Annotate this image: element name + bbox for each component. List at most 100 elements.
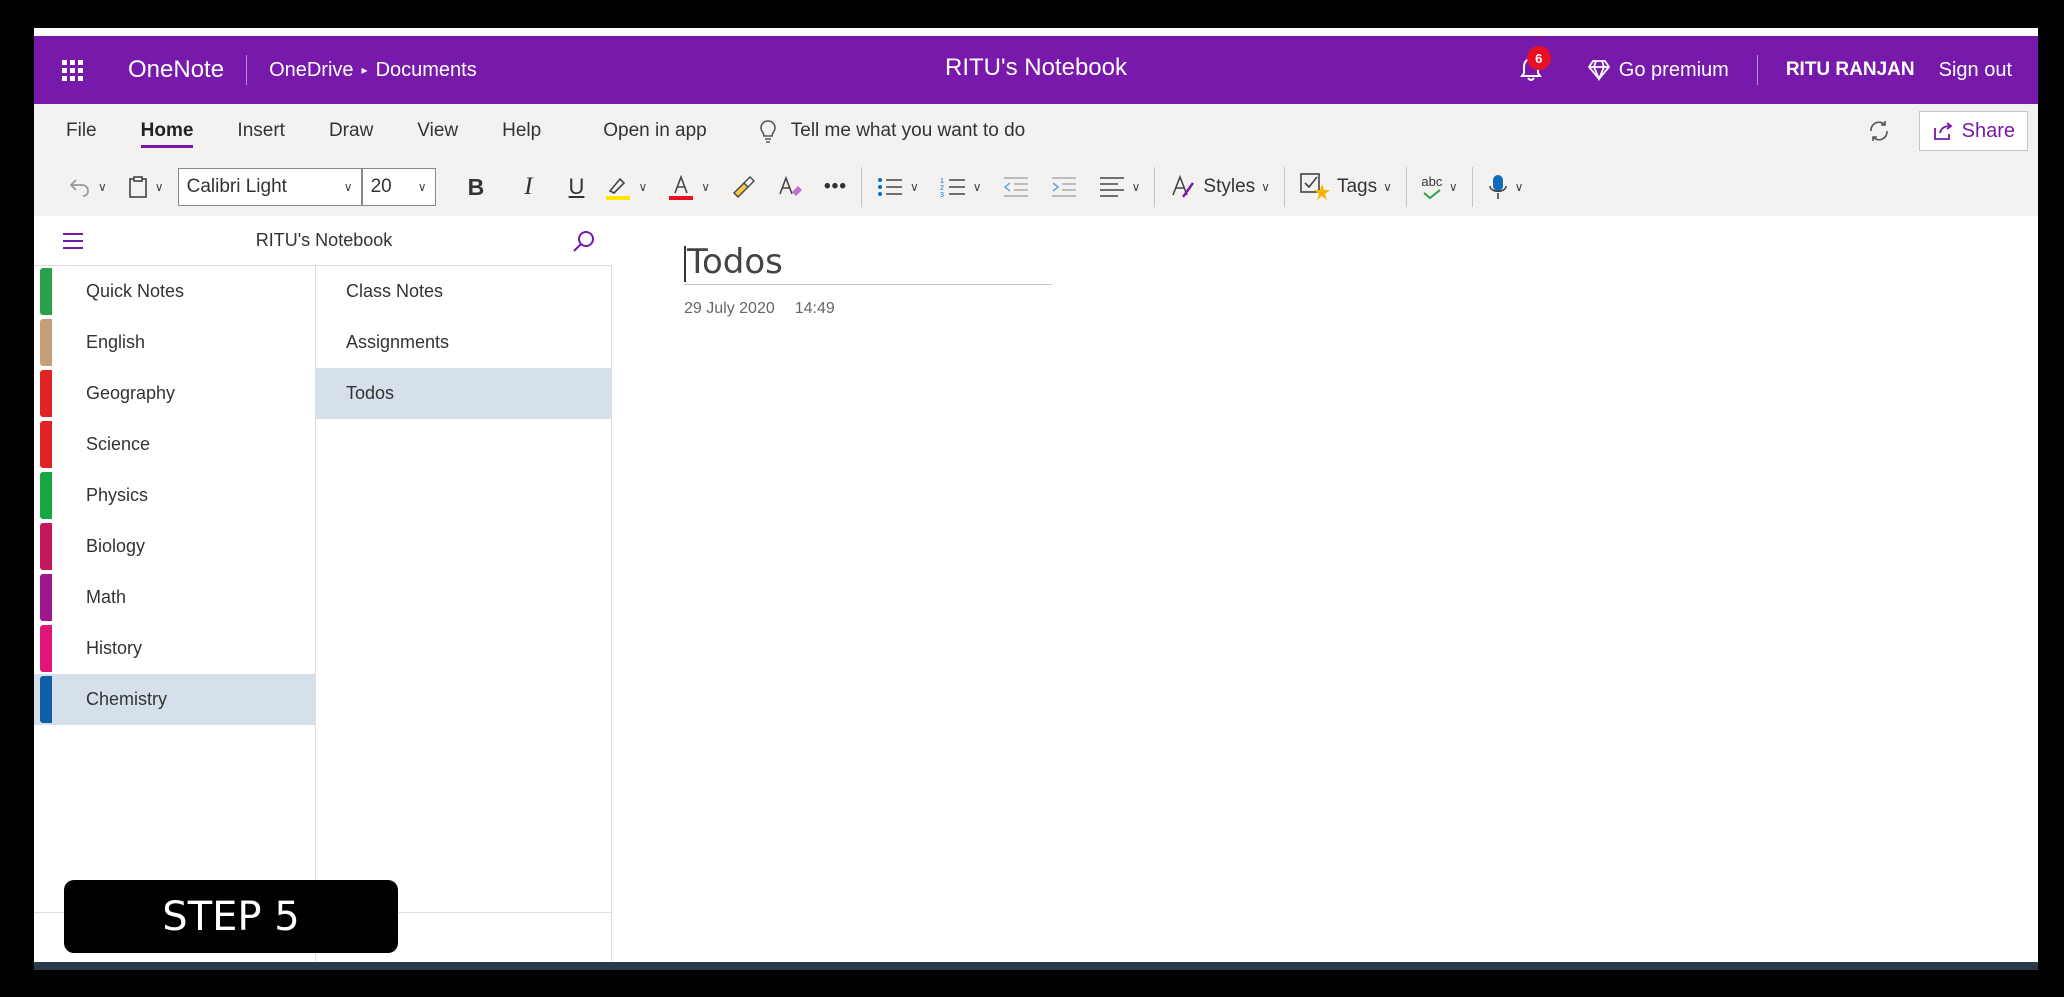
dictate-button[interactable]: ∨ — [1477, 165, 1534, 209]
app-launcher-button[interactable] — [34, 36, 110, 104]
chevron-down-icon: ∨ — [1383, 180, 1392, 194]
section-item[interactable]: Physics — [34, 470, 315, 521]
chevron-down-icon: ∨ — [154, 180, 164, 194]
page-item[interactable]: Todos — [316, 368, 611, 419]
increase-indent-button[interactable] — [1040, 165, 1088, 209]
numbering-button[interactable]: 123 ∨ — [929, 165, 992, 209]
chevron-down-icon: ∨ — [1261, 180, 1270, 194]
decrease-indent-button[interactable] — [992, 165, 1040, 209]
bold-button[interactable]: B — [458, 165, 495, 209]
app-name-link[interactable]: OneNote — [110, 56, 246, 84]
section-label: Geography — [86, 383, 176, 403]
section-color-tab — [40, 472, 52, 519]
section-item[interactable]: Math — [34, 572, 315, 623]
underline-button[interactable]: U — [559, 165, 595, 209]
notification-badge: 6 — [1526, 46, 1551, 70]
section-label: Physics — [86, 485, 149, 505]
font-size-value: 20 — [370, 176, 392, 197]
page-date: 29 July 2020 — [684, 300, 775, 317]
search-button[interactable] — [554, 228, 614, 254]
page-item[interactable]: Class Notes — [316, 266, 611, 317]
format-painter-button[interactable] — [720, 165, 766, 209]
section-item[interactable]: Geography — [34, 368, 315, 419]
sign-out-link[interactable]: Sign out — [1939, 59, 2038, 82]
highlight-button[interactable]: ∨ — [594, 165, 657, 209]
chevron-down-icon: ∨ — [1131, 180, 1141, 194]
open-in-app-button[interactable]: Open in app — [563, 104, 729, 158]
breadcrumb-onedrive[interactable]: OneDrive — [269, 59, 353, 82]
section-item[interactable]: Biology — [34, 521, 315, 572]
taskbar-strip — [34, 962, 2038, 970]
section-color-tab — [40, 319, 52, 366]
notifications-button[interactable]: 6 — [1511, 46, 1551, 90]
chevron-down-icon: ∨ — [98, 180, 107, 194]
section-color-tab — [40, 523, 52, 570]
tell-me-search[interactable]: Tell me what you want to do — [729, 119, 1025, 143]
nav-notebook-name[interactable]: RITU's Notebook — [94, 230, 554, 251]
pages-list: Class Notes Assignments Todos — [316, 266, 612, 966]
page-title-field[interactable]: Todos — [684, 242, 1052, 285]
tab-home[interactable]: Home — [119, 104, 216, 158]
clipboard-icon — [128, 176, 147, 198]
sections-list: Quick Notes English Geography Science Physic… — [34, 266, 316, 966]
more-options-button[interactable]: ••• — [814, 165, 857, 209]
note-canvas[interactable]: Todos 29 July 2020 14:49 — [612, 216, 2038, 966]
lightbulb-icon — [759, 120, 776, 143]
user-name[interactable]: RITU RANJAN — [1758, 59, 1939, 81]
section-label: Science — [86, 434, 151, 454]
sync-icon[interactable] — [1867, 119, 1891, 143]
hamburger-icon — [63, 232, 83, 249]
section-color-tab — [40, 574, 52, 621]
chevron-down-icon: ∨ — [343, 180, 353, 194]
font-name-value: Calibri Light — [186, 176, 287, 197]
section-item[interactable]: Quick Notes — [34, 266, 315, 317]
menu-tabs: File Home Insert Draw View Help Open in … — [34, 104, 2038, 158]
spelling-button[interactable]: abc ∨ — [1411, 165, 1468, 209]
breadcrumb-documents[interactable]: Documents — [376, 59, 477, 82]
onenote-window: OneNote OneDrive ▸ Documents RITU's Note… — [34, 28, 2038, 966]
tab-view[interactable]: View — [395, 104, 480, 158]
bullets-button[interactable]: ∨ — [866, 165, 929, 209]
numbered-list-icon: 123 — [940, 178, 965, 199]
section-color-tab — [40, 676, 52, 723]
go-premium-label: Go premium — [1618, 58, 1729, 81]
page-title: Todos — [687, 242, 783, 282]
svg-text:2: 2 — [940, 185, 944, 192]
tags-label: Tags — [1336, 176, 1378, 197]
font-size-select[interactable]: 20 ∨ — [361, 168, 436, 206]
tags-button[interactable]: Tags ∨ — [1289, 165, 1402, 209]
align-button[interactable]: ∨ — [1088, 165, 1151, 209]
section-item[interactable]: Chemistry — [34, 674, 315, 725]
page-item[interactable]: Assignments — [316, 317, 611, 368]
share-button[interactable]: Share — [1918, 111, 2028, 151]
microphone-icon — [1488, 175, 1507, 199]
tab-file[interactable]: File — [34, 104, 119, 158]
tab-insert[interactable]: Insert — [215, 104, 307, 158]
section-label: History — [86, 638, 143, 658]
styles-label: Styles — [1203, 176, 1256, 197]
section-label: Math — [86, 587, 127, 607]
clear-formatting-button[interactable] — [766, 165, 814, 209]
styles-button[interactable]: Styles ∨ — [1159, 165, 1280, 209]
styles-icon — [1172, 174, 1195, 198]
paste-button[interactable]: ∨ — [117, 165, 174, 209]
section-item[interactable]: English — [34, 317, 315, 368]
page-timestamp: 29 July 2020 14:49 — [684, 300, 835, 318]
section-item[interactable]: Science — [34, 419, 315, 470]
title-bar: OneNote OneDrive ▸ Documents RITU's Note… — [34, 36, 2038, 104]
section-label: Biology — [86, 536, 146, 556]
ribbon-separator — [1154, 167, 1156, 207]
tab-draw[interactable]: Draw — [307, 104, 395, 158]
italic-button[interactable]: I — [514, 165, 542, 209]
font-name-select[interactable]: Calibri Light ∨ — [177, 168, 362, 206]
tab-help[interactable]: Help — [480, 104, 563, 158]
navigation-toggle-button[interactable] — [34, 232, 94, 250]
chevron-down-icon: ∨ — [1448, 180, 1458, 194]
section-color-tab — [40, 268, 52, 315]
undo-button[interactable]: ∨ — [58, 165, 117, 209]
go-premium-button[interactable]: Go premium — [1587, 59, 1757, 82]
section-item[interactable]: History — [34, 623, 315, 674]
section-label: English — [86, 332, 146, 352]
tag-star-icon — [1300, 173, 1330, 200]
font-color-button[interactable]: ∨ — [657, 165, 720, 209]
